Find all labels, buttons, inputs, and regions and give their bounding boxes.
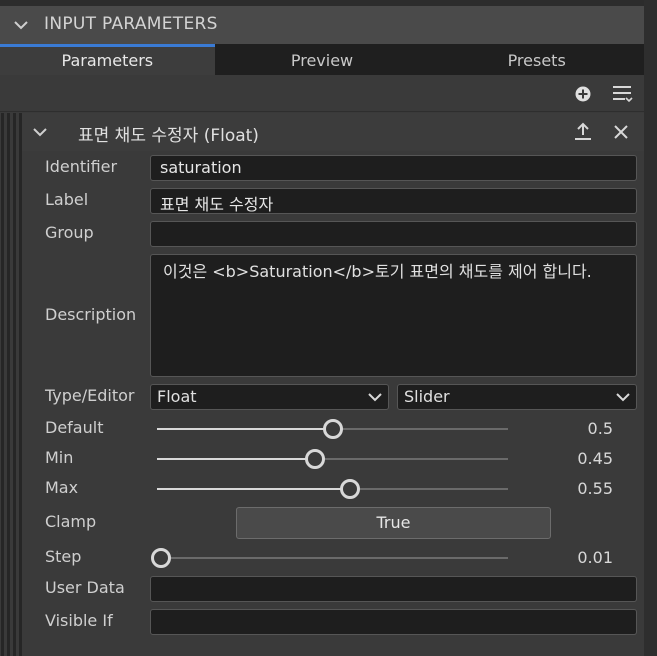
step-slider[interactable] <box>150 548 508 568</box>
panel-header[interactable]: INPUT PARAMETERS <box>0 0 644 44</box>
user-data-input[interactable] <box>150 576 637 602</box>
user-data-label: User Data <box>45 578 125 597</box>
clamp-toggle-button[interactable]: True <box>236 507 551 539</box>
export-icon[interactable] <box>574 122 592 142</box>
slider-handle[interactable] <box>322 419 343 439</box>
default-label: Default <box>45 418 104 437</box>
description-textarea[interactable]: 이것은 <b>Saturation</b>토기 표면의 채도를 제어 합니다. <box>150 254 637 377</box>
tab-preview[interactable]: Preview <box>215 44 430 75</box>
max-slider[interactable] <box>157 479 508 499</box>
close-icon[interactable] <box>613 124 629 140</box>
max-label: Max <box>45 478 79 497</box>
chevron-down-icon[interactable] <box>32 124 48 140</box>
default-slider[interactable] <box>157 419 508 439</box>
add-parameter-icon[interactable] <box>575 86 591 102</box>
label-input[interactable]: 표면 채도 수정자 <box>150 188 637 214</box>
chevron-down-icon <box>616 393 630 402</box>
tab-parameters[interactable]: Parameters <box>0 44 215 75</box>
tab-bar: Parameters Preview Presets <box>0 44 644 75</box>
chevron-down-icon[interactable] <box>12 16 30 34</box>
tab-presets[interactable]: Presets <box>429 44 644 75</box>
tree-indent-lines <box>0 113 22 656</box>
min-label: Min <box>45 448 74 467</box>
editor-value: Slider <box>404 387 450 406</box>
type-editor-label: Type/Editor <box>45 386 135 405</box>
slider-handle[interactable] <box>304 449 325 469</box>
chevron-down-icon <box>368 393 382 402</box>
editor-select[interactable]: Slider <box>397 384 637 410</box>
slider-fill <box>157 428 333 430</box>
min-value: 0.45 <box>577 449 613 468</box>
type-value: Float <box>157 387 197 406</box>
max-value: 0.55 <box>577 479 613 498</box>
slider-fill <box>157 458 315 460</box>
parameter-title: 표면 채도 수정자 (Float) <box>78 126 259 146</box>
min-slider[interactable] <box>157 449 508 469</box>
slider-fill <box>157 488 351 490</box>
slider-handle[interactable] <box>340 479 361 499</box>
toolbar <box>0 75 644 112</box>
visible-if-input[interactable] <box>150 609 637 635</box>
panel-edge <box>644 0 657 656</box>
panel-title: INPUT PARAMETERS <box>44 14 218 34</box>
label-label: Label <box>45 190 89 209</box>
clamp-label: Clamp <box>45 512 97 531</box>
parameter-header[interactable]: 표면 채도 수정자 (Float) <box>22 113 644 151</box>
description-label: Description <box>45 305 137 324</box>
identifier-label: Identifier <box>45 157 118 176</box>
step-label: Step <box>45 547 82 566</box>
visible-if-label: Visible If <box>45 611 113 630</box>
group-combobox[interactable] <box>150 221 637 247</box>
step-value: 0.01 <box>577 548 613 567</box>
group-label: Group <box>45 223 94 242</box>
identifier-input[interactable]: saturation <box>150 155 637 181</box>
list-menu-icon[interactable] <box>612 84 634 104</box>
type-select[interactable]: Float <box>150 384 389 410</box>
default-value: 0.5 <box>587 419 613 438</box>
slider-handle[interactable] <box>150 548 171 568</box>
